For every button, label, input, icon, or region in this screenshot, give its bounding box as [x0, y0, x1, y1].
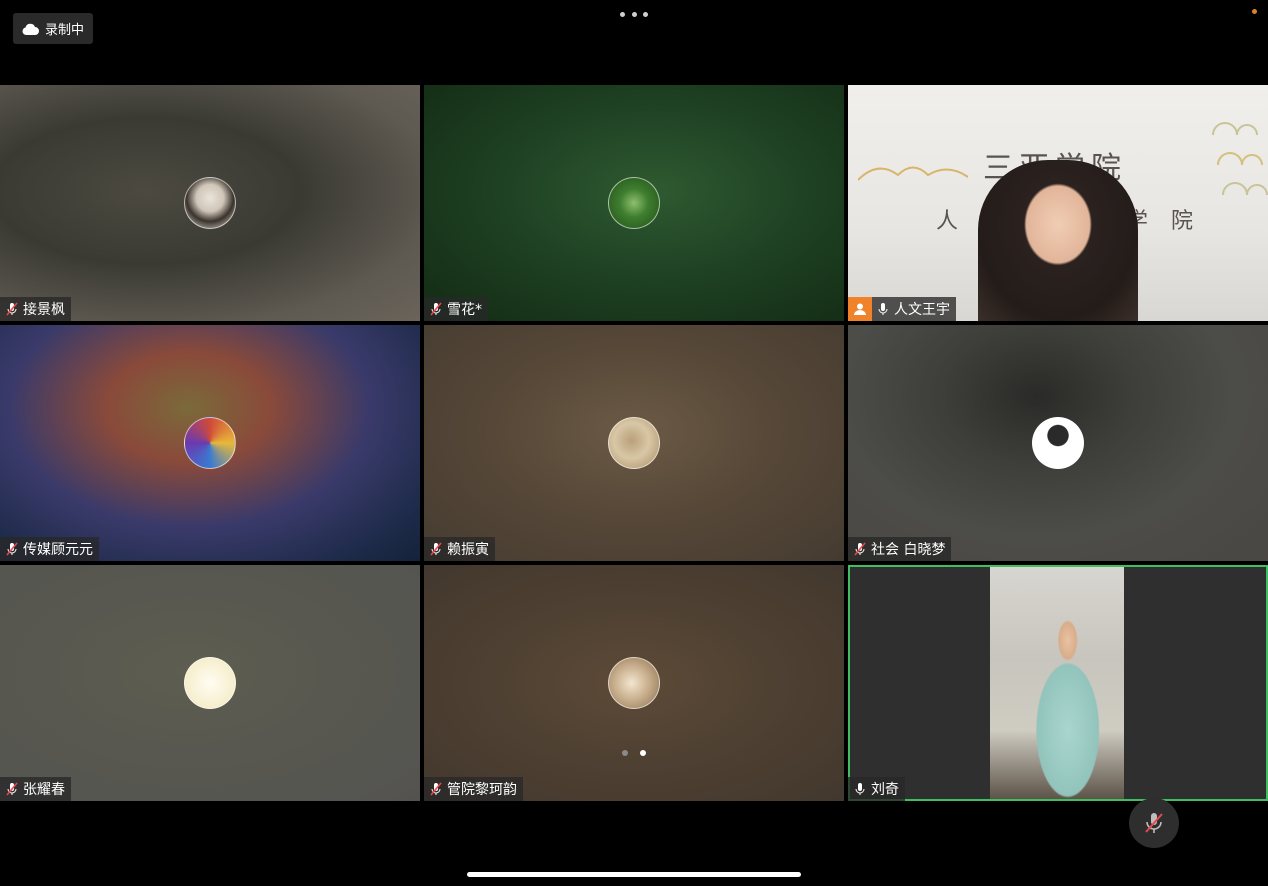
page-dot-active[interactable]: [640, 750, 646, 756]
participant-tile[interactable]: 管院黎珂韵: [424, 565, 844, 801]
more-dots-icon[interactable]: [620, 8, 648, 20]
participant-tile[interactable]: 雪花*: [424, 85, 844, 321]
mic-muted-icon: [6, 302, 18, 316]
avatar: [184, 417, 236, 469]
participant-name-tag: 雪花*: [424, 297, 488, 321]
cloud-decoration: [858, 166, 968, 181]
mic-muted-icon: [6, 782, 18, 796]
participant-tile[interactable]: 社会 白晓梦: [848, 325, 1268, 561]
mic-icon: [878, 303, 888, 315]
participant-name: 张耀春: [23, 782, 65, 798]
host-icon: [854, 303, 866, 315]
participant-name: 赖振寅: [447, 542, 489, 558]
mic-muted-icon: [1145, 813, 1163, 833]
page-indicator[interactable]: [622, 750, 646, 756]
participant-name-tag: 接景枫: [0, 297, 71, 321]
participant-name: 人文王宇: [894, 302, 950, 318]
avatar: [608, 657, 660, 709]
avatar: [608, 177, 660, 229]
participant-name: 雪花*: [447, 302, 482, 318]
recording-label: 录制中: [45, 23, 85, 38]
participant-name: 管院黎珂韵: [447, 782, 517, 798]
participant-name-tag: 管院黎珂韵: [424, 777, 523, 801]
host-badge: [848, 297, 872, 321]
participant-tile-host[interactable]: 三亚学院 人 文 学 院 人文王宇: [848, 85, 1268, 321]
participant-tile[interactable]: 传媒顾元元: [0, 325, 420, 561]
participant-name: 传媒顾元元: [23, 542, 93, 558]
participant-name-tag: 张耀春: [0, 777, 71, 801]
cloud-icon: [22, 23, 39, 35]
mute-button[interactable]: [1129, 798, 1179, 848]
page-dot[interactable]: [622, 750, 628, 756]
recording-badge[interactable]: 录制中: [13, 13, 93, 44]
participant-tile[interactable]: 接景枫: [0, 85, 420, 321]
participant-name-tag: 刘奇: [848, 777, 905, 801]
participant-name-tag: 传媒顾元元: [0, 537, 99, 561]
mic-muted-icon: [6, 542, 18, 556]
avatar: [1032, 417, 1084, 469]
webcam-video: [990, 565, 1124, 801]
mic-muted-icon: [854, 542, 866, 556]
participant-name-tag: 社会 白晓梦: [848, 537, 952, 561]
participant-name: 社会 白晓梦: [871, 542, 946, 558]
avatar: [184, 657, 236, 709]
mic-muted-icon: [430, 542, 442, 556]
mic-muted-icon: [430, 782, 442, 796]
participant-tile[interactable]: 赖振寅: [424, 325, 844, 561]
participant-name-tag: 赖振寅: [424, 537, 495, 561]
participant-name: 接景枫: [23, 302, 65, 318]
webcam-video: [978, 160, 1138, 321]
mic-muted-icon: [430, 302, 442, 316]
home-indicator[interactable]: [467, 872, 801, 877]
participant-tile[interactable]: 张耀春: [0, 565, 420, 801]
avatar: [184, 177, 236, 229]
participant-tile-active[interactable]: 刘奇: [848, 565, 1268, 801]
participant-name-tag: 人文王宇: [848, 297, 956, 321]
mic-icon: [855, 783, 865, 795]
recording-indicator: [1252, 9, 1257, 14]
avatar: [608, 417, 660, 469]
participant-name: 刘奇: [871, 782, 899, 798]
cloud-decoration: [1212, 122, 1268, 196]
